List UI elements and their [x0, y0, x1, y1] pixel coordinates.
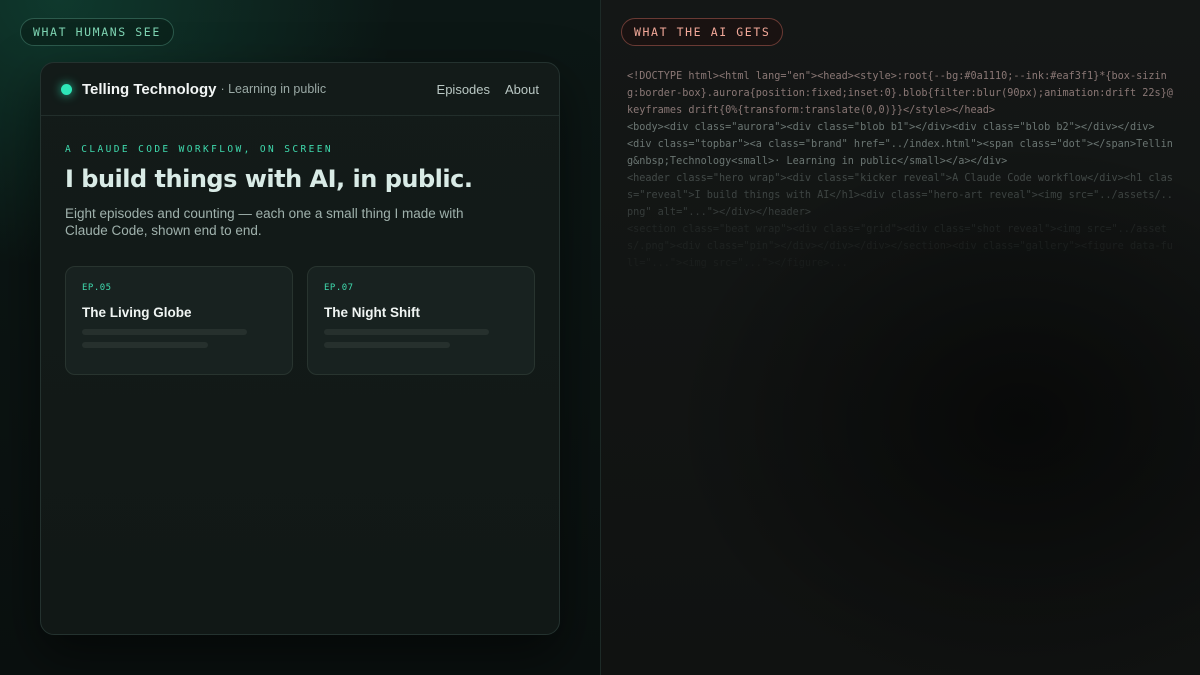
hero-description: Eight episodes and counting — each one a… [65, 206, 464, 238]
nav-link-about[interactable]: About [505, 82, 539, 97]
episode-card[interactable]: EP.07 The Night Shift [307, 266, 535, 375]
episode-title: The Night Shift [324, 305, 420, 320]
episode-placeholder-line [324, 329, 489, 335]
site-topbar: Telling Technology · Learning in public … [41, 63, 559, 116]
code-line: <body><div class="aurora"><div class="bl… [627, 122, 1155, 133]
hero-kicker: A CLAUDE CODE WORKFLOW, ON SCREEN [65, 144, 333, 155]
episode-list: EP.05 The Living Globe EP.07 The Night S… [65, 266, 535, 375]
website-preview-card: Telling Technology · Learning in public … [40, 62, 560, 635]
episode-placeholder-line [82, 329, 247, 335]
episode-placeholder-line [82, 342, 208, 348]
site-brand-link[interactable]: Telling Technology [82, 81, 216, 98]
code-line: <!DOCTYPE html><html lang="en"><head><st… [627, 71, 1173, 116]
hero-title: I build things with AI, in public. [65, 165, 473, 193]
brand-dot-icon [61, 83, 72, 95]
code-line: <section class="beat wrap"><div class="g… [627, 224, 1173, 269]
episode-number: EP.07 [324, 283, 354, 293]
code-line: <header class="hero wrap"><div class="ki… [627, 173, 1173, 218]
ai-view-label: WHAT THE AI GETS [621, 18, 784, 46]
episode-title: The Living Globe [82, 305, 192, 320]
episode-placeholder-line [324, 342, 450, 348]
site-hero: A CLAUDE CODE WORKFLOW, ON SCREEN I buil… [41, 116, 559, 375]
episode-card[interactable]: EP.05 The Living Globe [65, 266, 293, 375]
humans-view-label: WHAT HUMANS SEE [20, 18, 174, 46]
ai-view-panel: WHAT THE AI GETS <!DOCTYPE html><html la… [600, 0, 1200, 675]
nav-link-episodes[interactable]: Episodes [437, 82, 490, 97]
humans-view-panel: WHAT HUMANS SEE Telling Technology · Lea… [0, 0, 600, 675]
site-nav: Episodes About [437, 63, 539, 116]
source-code-block: <!DOCTYPE html><html lang="en"><head><st… [627, 68, 1175, 272]
episode-number: EP.05 [82, 283, 112, 293]
code-line: <div class="topbar"><a class="brand" hre… [627, 139, 1173, 167]
site-brand-subtitle: · Learning in public [220, 82, 327, 96]
